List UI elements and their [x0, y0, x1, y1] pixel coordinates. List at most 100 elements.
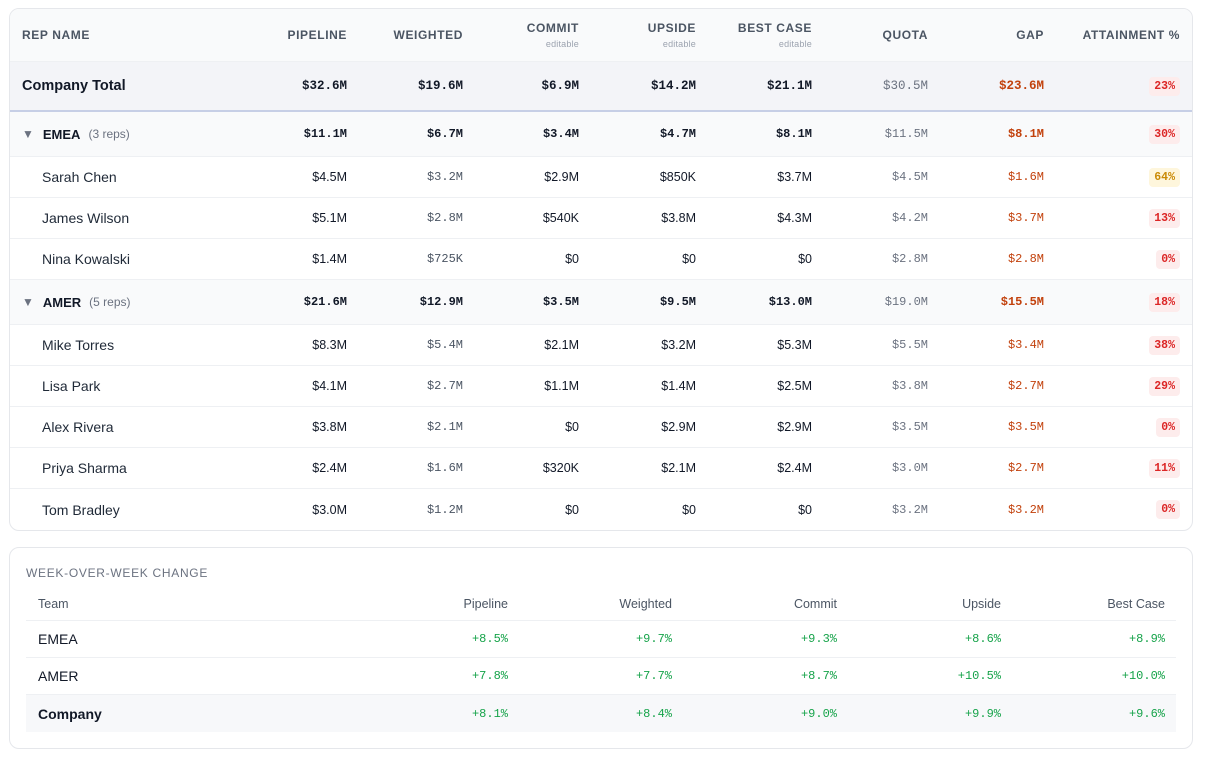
table-row: Alex Rivera $3.8M $2.1M $0 $2.9M $2.9M $… [10, 407, 1192, 448]
wow-best-case: +9.6% [1128, 706, 1165, 721]
group-row-emea[interactable]: ▼ EMEA (3 reps) $11.1M $6.7M $3.4M $4.7M… [10, 112, 1192, 157]
header-commit[interactable]: COMMIT editable [450, 9, 579, 61]
rep-upside-input[interactable]: $2.1M [570, 448, 696, 488]
wow-pipeline: +8.1% [471, 706, 508, 721]
header-rep-name[interactable]: REP NAME [22, 9, 90, 61]
rep-name: Sarah Chen [42, 169, 117, 185]
wow-team: AMER [38, 668, 79, 684]
rep-best-case-input[interactable]: $2.5M [690, 366, 812, 406]
wow-table: Team Pipeline Weighted Commit Upside Bes… [26, 588, 1176, 732]
header-attainment[interactable]: ATTAINMENT % [1050, 9, 1180, 61]
rep-weighted: $5.4M [426, 338, 463, 352]
wow-header-pipeline: Pipeline [463, 597, 508, 611]
header-quota[interactable]: QUOTA [810, 9, 928, 61]
table-row: Nina Kowalski $1.4M $725K $0 $0 $0 $2.8M… [10, 239, 1192, 280]
wow-commit: +8.7% [800, 669, 837, 683]
rep-quota: $4.5M [891, 170, 928, 184]
week-over-week-panel: WEEK-OVER-WEEK CHANGE Team Pipeline Weig… [9, 547, 1193, 749]
rep-pipeline: $1.4M [312, 252, 347, 266]
rep-best-case-input[interactable]: $3.7M [690, 157, 812, 197]
table-row: Sarah Chen $4.5M $3.2M $2.9M $850K $3.7M… [10, 157, 1192, 198]
attainment-badge: 0% [1156, 417, 1180, 437]
wow-best-case: +10.0% [1121, 669, 1165, 683]
rep-best-case-input[interactable]: $0 [690, 489, 812, 530]
rep-name: Mike Torres [42, 337, 115, 353]
group-weighted: $6.7M [426, 127, 463, 141]
group-best-case: $13.0M [768, 295, 812, 309]
rep-quota: $2.8M [891, 252, 928, 266]
header-upside[interactable]: UPSIDE editable [570, 9, 696, 61]
rep-pipeline: $5.1M [312, 211, 347, 225]
rep-best-case-input[interactable]: $4.3M [690, 198, 812, 238]
rep-gap: $3.7M [1007, 211, 1044, 225]
rep-quota: $3.2M [891, 502, 928, 517]
rep-gap: $3.2M [1007, 502, 1044, 517]
rep-quota: $3.8M [891, 379, 928, 393]
group-commit: $3.4M [542, 127, 579, 141]
rep-upside-input[interactable]: $0 [570, 489, 696, 530]
wow-commit: +9.3% [800, 632, 837, 646]
rep-name: Tom Bradley [42, 501, 120, 518]
rep-attainment: 0% [1050, 407, 1180, 447]
rep-commit-input[interactable]: $0 [450, 407, 579, 447]
group-commit: $3.5M [542, 295, 579, 309]
header-weighted[interactable]: WEIGHTED [330, 9, 463, 61]
group-row-amer[interactable]: ▼ AMER (5 reps) $21.6M $12.9M $3.5M $9.5… [10, 280, 1192, 325]
rep-best-case-input[interactable]: $0 [690, 239, 812, 279]
rep-gap: $2.8M [1007, 252, 1044, 266]
attainment-badge: 38% [1149, 335, 1180, 355]
table-row: Lisa Park $4.1M $2.7M $1.1M $1.4M $2.5M … [10, 366, 1192, 407]
caret-down-icon[interactable]: ▼ [22, 127, 34, 141]
wow-row-amer: AMER +7.8% +7.7% +8.7% +10.5% +10.0% [26, 658, 1176, 695]
rep-commit-input[interactable]: $2.1M [450, 325, 579, 365]
table-row: Tom Bradley $3.0M $1.2M $0 $0 $0 $3.2M $… [10, 489, 1192, 530]
rep-upside-input[interactable]: $850K [570, 157, 696, 197]
wow-upside: +8.6% [964, 632, 1001, 646]
rep-name: Alex Rivera [42, 419, 114, 435]
rep-commit-input[interactable]: $1.1M [450, 366, 579, 406]
rep-gap: $3.4M [1007, 338, 1044, 352]
rep-attainment: 0% [1050, 489, 1180, 530]
rep-commit-input[interactable]: $0 [450, 239, 579, 279]
rep-commit-input[interactable]: $0 [450, 489, 579, 530]
header-best-case[interactable]: BEST CASE editable [690, 9, 812, 61]
rep-attainment: 38% [1050, 325, 1180, 365]
group-upside: $9.5M [659, 295, 696, 309]
rep-upside-input[interactable]: $3.2M [570, 325, 696, 365]
group-best-case: $8.1M [775, 127, 812, 141]
rep-attainment: 64% [1050, 157, 1180, 197]
rep-best-case-input[interactable]: $2.9M [690, 407, 812, 447]
total-pipeline: $32.6M [301, 79, 347, 93]
wow-pipeline: +7.8% [471, 669, 508, 683]
rep-name: Lisa Park [42, 378, 101, 394]
caret-down-icon[interactable]: ▼ [22, 295, 34, 309]
header-gap[interactable]: GAP [930, 9, 1044, 61]
group-attainment: 18% [1050, 280, 1180, 324]
rep-commit-input[interactable]: $540K [450, 198, 579, 238]
rep-pipeline: $4.1M [312, 379, 347, 393]
rep-name: Priya Sharma [42, 460, 127, 476]
rep-commit-input[interactable]: $2.9M [450, 157, 579, 197]
forecast-table: REP NAME PIPELINE WEIGHTED COMMIT editabl… [9, 8, 1193, 531]
rep-name: James Wilson [42, 210, 130, 226]
group-attainment: 30% [1050, 112, 1180, 156]
rep-upside-input[interactable]: $2.9M [570, 407, 696, 447]
rep-upside-input[interactable]: $0 [570, 239, 696, 279]
rep-weighted: $2.7M [426, 379, 463, 393]
rep-weighted: $1.2M [426, 502, 463, 517]
rep-upside-input[interactable]: $3.8M [570, 198, 696, 238]
rep-attainment: 11% [1050, 448, 1180, 488]
rep-pipeline: $2.4M [312, 461, 347, 475]
rep-best-case-input[interactable]: $2.4M [690, 448, 812, 488]
rep-weighted: $3.2M [426, 170, 463, 184]
rep-best-case-input[interactable]: $5.3M [690, 325, 812, 365]
rep-weighted: $2.1M [426, 420, 463, 434]
wow-title: WEEK-OVER-WEEK CHANGE [26, 566, 209, 580]
rep-upside-input[interactable]: $1.4M [570, 366, 696, 406]
rep-commit-input[interactable]: $320K [450, 448, 579, 488]
wow-commit: +9.0% [800, 706, 837, 721]
wow-weighted: +9.7% [635, 632, 672, 646]
total-quota: $30.5M [882, 79, 928, 93]
header-pipeline[interactable]: PIPELINE [210, 9, 347, 61]
table-row: Mike Torres $8.3M $5.4M $2.1M $3.2M $5.3… [10, 325, 1192, 366]
